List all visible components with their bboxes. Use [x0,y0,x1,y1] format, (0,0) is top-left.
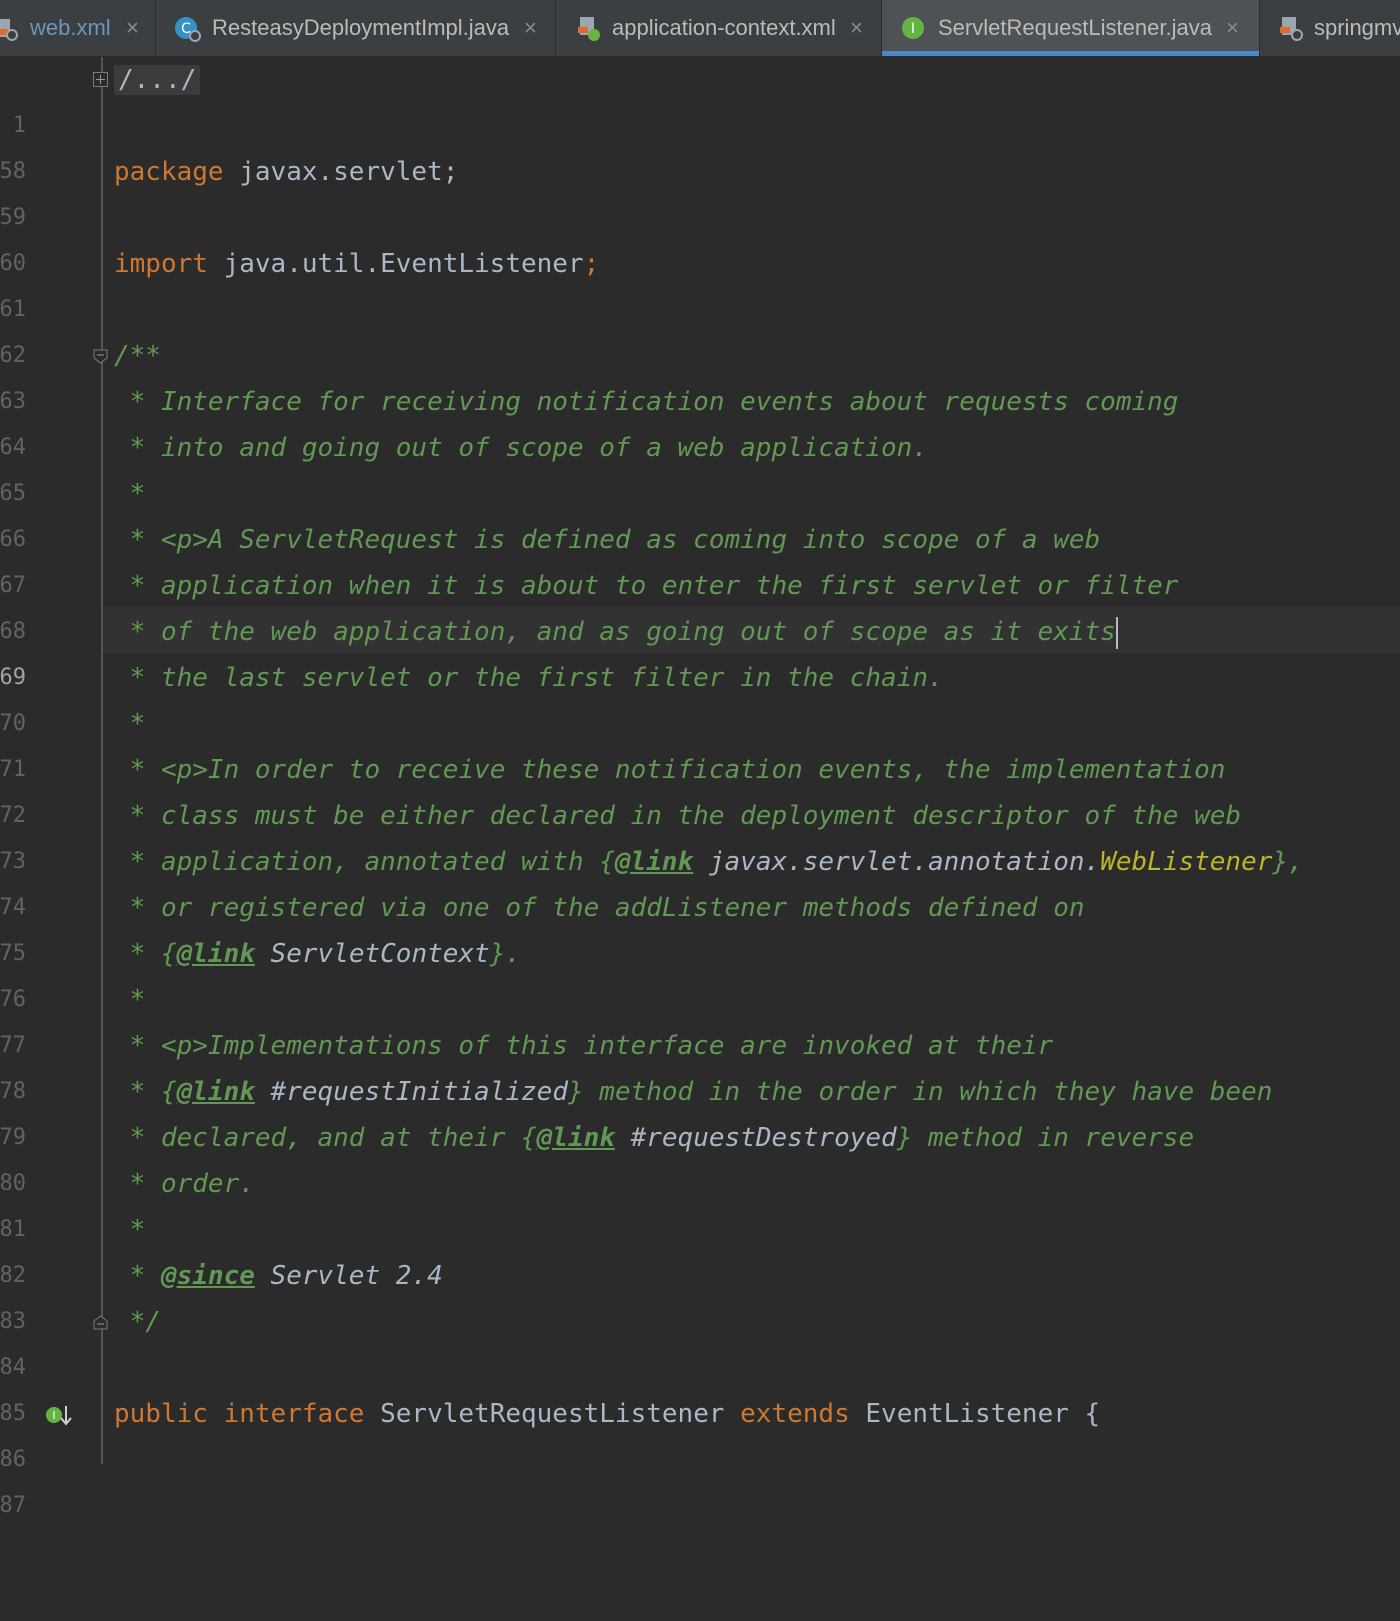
semicolon: ; [583,249,600,279]
code-line: 63 /** [0,333,1400,414]
code-line: 68 * application when it is about to ent… [0,563,1400,644]
close-icon[interactable]: × [126,15,139,41]
interface-name: ServletRequestListener [380,1399,725,1429]
code-line: 61 import java.util.EventListener; [0,241,1400,322]
javadoc-text: class must be either declared in the dep… [160,801,1242,831]
code-line: 75 * or registered via one of the addLis… [0,885,1400,966]
javadoc-text: or registered via one of the addListener… [160,893,1085,923]
code-line: 64 * Interface for receiving notificatio… [0,379,1400,460]
package-name: javax.servlet; [239,157,459,187]
implemented-by-icon[interactable]: I [44,1403,72,1427]
javadoc-text: of the web application, and as going out… [160,617,1116,647]
code-line: 66 * [0,471,1400,552]
javadoc-text: the last servlet or the first filter in … [160,663,944,693]
code-line: 59 package javax.servlet; [0,149,1400,230]
javadoc-since-tag: @since [160,1261,255,1291]
keyword: import [114,249,208,279]
tab-label: application-context.xml [612,15,836,40]
code-line: 86 I public interface ServletRequestList… [0,1391,1400,1472]
code-line: 58 [0,103,1400,184]
code-line: 79 * {@link #requestInitialized} method … [0,1069,1400,1150]
code-line: 62 [0,287,1400,368]
code-line: 1 /.../ [0,57,1400,138]
code-line: 85 [0,1345,1400,1426]
code-line: 81 * order. [0,1161,1400,1242]
import-name: java.util.EventListener [223,249,584,279]
code-line: 70 * the last servlet or the first filte… [0,655,1400,736]
javadoc-text: <p>In order to receive these notificatio… [160,755,1226,785]
fold-expand-icon[interactable] [93,72,108,87]
java-class-icon: C [175,17,201,42]
keyword: package [114,157,224,187]
fold-end-icon[interactable] [93,1315,108,1330]
javadoc-link-ref[interactable]: javax.servlet.annotation. [693,847,1100,877]
javadoc-link-tag[interactable]: @link [177,1077,255,1107]
javadoc-link-ref[interactable]: #requestDestroyed [615,1123,897,1153]
javadoc-text: <p>Implementations of this interface are… [160,1031,1054,1061]
tab-application-context-xml[interactable]: application-context.xml × [556,0,882,56]
close-icon[interactable]: × [1226,15,1239,41]
code-line: 71 * [0,701,1400,782]
code-line: 78 * <p>Implementations of this interfac… [0,1023,1400,1104]
javadoc-text: order. [160,1169,255,1199]
javadoc-link-tag[interactable]: @link [615,847,693,877]
close-icon[interactable]: × [524,15,537,41]
javadoc-text: application when it is about to enter th… [160,571,1179,601]
javadoc-text: Interface for receiving notification eve… [160,387,1179,417]
code-line: 74 * application, annotated with {@link … [0,839,1400,920]
javadoc-link-ref[interactable]: ServletContext [255,939,490,969]
line-number: 87 [0,1493,26,1518]
javadoc-since-value: Servlet 2.4 [254,1261,443,1291]
javadoc-close: */ [114,1307,161,1337]
xml-file-icon [1280,17,1303,41]
text-caret [1115,616,1118,649]
super-interface-name[interactable]: EventListener [865,1399,1069,1429]
svg-text:I: I [911,21,915,37]
code-line: 82 * [0,1207,1400,1288]
javadoc-text: <p>A ServletRequest is defined as coming… [160,525,1101,555]
code-line: 60 [0,195,1400,276]
tab-label: ServletRequestListener.java [938,15,1212,40]
code-line: 83 * @since Servlet 2.4 [0,1253,1400,1334]
code-line: 87 [0,1437,1400,1518]
tab-springmvc[interactable]: springmv [1260,0,1400,56]
folded-region[interactable]: /.../ [114,65,201,95]
javadoc-link-ref[interactable]: #requestInitialized [255,1077,568,1107]
tab-servlet-request-listener[interactable]: I ServletRequestListener.java × [882,0,1260,56]
code-editor[interactable]: 1 /.../ 58 59 package javax.servlet; 60 … [0,57,1400,1518]
javadoc-link-tag[interactable]: @link [537,1123,615,1153]
code-line: 67 * <p>A ServletRequest is defined as c… [0,517,1400,598]
tab-resteasy-deployment-impl[interactable]: C ResteasyDeploymentImpl.java × [156,0,556,56]
javadoc-link-tag[interactable]: @link [177,939,255,969]
tab-label: springmv [1314,15,1400,40]
tab-web-xml[interactable]: web.xml × [0,0,156,56]
code-line: 76 * {@link ServletContext}. [0,931,1400,1012]
javadoc-text: into and going out of scope of a web app… [160,433,928,463]
code-line: 73 * class must be either declared in th… [0,793,1400,874]
code-line: 77 * [0,977,1400,1058]
code-line-current: 69 * of the web application, and as goin… [0,609,1400,690]
javadoc-open: /** [114,341,161,371]
code-line: 72 * <p>In order to receive these notifi… [0,747,1400,828]
code-line: 80 * declared, and at their {@link #requ… [0,1115,1400,1196]
close-icon[interactable]: × [850,15,863,41]
java-interface-icon: I [902,17,924,39]
code-line: 65 * into and going out of scope of a we… [0,425,1400,506]
code-line: 84 */ [0,1299,1400,1380]
tab-label: ResteasyDeploymentImpl.java [212,15,510,40]
xml-file-icon [0,19,18,41]
editor-tab-bar: web.xml × C ResteasyDeploymentImpl.java … [0,0,1400,57]
fold-collapse-icon[interactable] [93,349,108,364]
spring-xml-file-icon [578,17,600,41]
svg-text:I: I [52,1409,55,1422]
javadoc-link-class[interactable]: WebListener [1100,847,1272,877]
active-tab-indicator [882,51,1259,56]
tab-label: web.xml [30,15,111,40]
